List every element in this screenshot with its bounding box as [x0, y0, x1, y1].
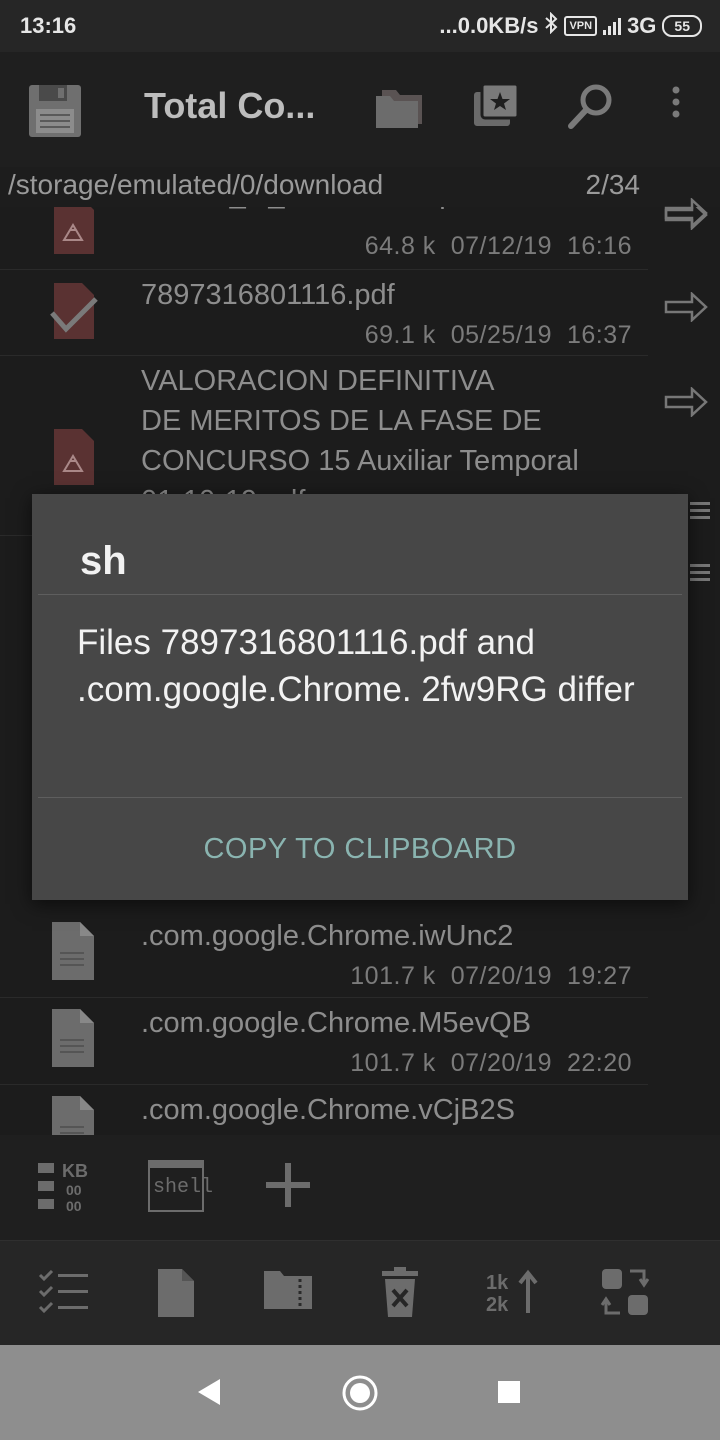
network-type: 3G: [627, 13, 657, 38]
file-row[interactable]: .com.google.Chrome.M5evQB 101.7 k 07/20/…: [0, 997, 648, 1085]
system-nav-bar: [0, 1345, 720, 1440]
add-icon[interactable]: [264, 1161, 312, 1209]
dialog-message: Files 7897316801116.pdf and .com.google.…: [77, 623, 635, 709]
file-row[interactable]: 7897316801116.pdf 69.1 k 05/25/19 16:37: [0, 269, 648, 356]
shell-icon[interactable]: shell: [148, 1160, 213, 1212]
divider: [38, 594, 682, 595]
status-time: 13:16: [20, 13, 77, 38]
file-name: .com.google.Chrome.iwUnc2: [141, 920, 514, 952]
file-meta: 69.1 k 05/25/19 16:37: [364, 321, 632, 349]
document-icon: [50, 1096, 96, 1135]
arrow-right-icon[interactable]: [664, 386, 708, 418]
folder-size-kb-icon[interactable]: KB 00 00: [36, 1159, 96, 1215]
selection-count: 2/34: [585, 169, 641, 200]
zip-folder-icon[interactable]: [262, 1267, 318, 1323]
net-speed: ...0.0KB/s: [439, 13, 539, 38]
search-icon[interactable]: [566, 82, 622, 138]
svg-text:KB: KB: [62, 1161, 88, 1181]
sort-size-icon[interactable]: 1k 2k: [484, 1267, 540, 1323]
status-indicators: ...0.0KB/s VPN 3G 55: [439, 11, 702, 40]
pdf-drive-icon: [50, 429, 96, 485]
vpn-icon: VPN: [564, 16, 598, 36]
file-meta: 101.7 k 07/20/19 19:27: [350, 962, 632, 990]
pdf-checked-icon: [50, 283, 98, 339]
menu-icon[interactable]: [690, 498, 710, 522]
bluetooth-icon: [544, 11, 558, 40]
file-row[interactable]: .com.google.Chrome.iwUnc2 101.7 k 07/20/…: [0, 910, 648, 998]
file-name: 7897316801116.pdf: [141, 279, 395, 311]
app-toolbar: Total Co...: [0, 52, 720, 167]
select-list-icon[interactable]: [38, 1267, 94, 1323]
bookmark-icon[interactable]: [472, 82, 528, 138]
arrow-right-icon[interactable]: [664, 291, 708, 323]
new-file-icon[interactable]: [156, 1267, 212, 1323]
signal-icon: [603, 17, 622, 35]
function-bar: KB 00 00 shell: [0, 1135, 720, 1240]
file-name: .com.google.Chrome.M5evQB: [141, 1007, 532, 1039]
svg-text:1k: 1k: [486, 1272, 509, 1294]
file-row[interactable]: courier_in_instructions.pdf 64.8 k 07/12…: [0, 200, 648, 270]
bottom-toolbar: 1k 2k: [0, 1240, 720, 1346]
delete-icon[interactable]: [380, 1267, 436, 1323]
file-meta: 101.7 k 07/20/19 22:20: [350, 1049, 632, 1077]
svg-text:2k: 2k: [486, 1294, 509, 1316]
menu-icon[interactable]: [690, 560, 710, 584]
folders-icon[interactable]: [374, 86, 430, 142]
copy-to-clipboard-button[interactable]: COPY TO CLIPBOARD: [32, 798, 688, 900]
app-title: Total Co...: [144, 85, 316, 126]
floppy-disk-icon[interactable]: [26, 82, 82, 138]
pdf-drive-icon: [50, 200, 96, 254]
file-meta: 64.8 k 07/12/19 16:16: [364, 232, 632, 260]
battery-icon: 55: [662, 15, 702, 37]
document-icon: [50, 1009, 96, 1067]
back-icon[interactable]: [196, 1377, 222, 1412]
svg-text:00: 00: [66, 1182, 82, 1198]
file-row[interactable]: .com.google.Chrome.vCjB2S: [0, 1084, 648, 1135]
more-vert-icon[interactable]: [668, 82, 688, 138]
dialog-title: sh: [80, 539, 127, 583]
file-name: .com.google.Chrome.vCjB2S: [141, 1094, 515, 1126]
document-icon: [50, 922, 96, 980]
status-bar: 13:16 ...0.0KB/s VPN 3G 55: [0, 0, 720, 52]
recents-icon[interactable]: [497, 1380, 521, 1409]
svg-text:00: 00: [66, 1198, 82, 1214]
arrow-right-icon[interactable]: [664, 197, 708, 229]
swap-panels-icon[interactable]: [600, 1267, 656, 1323]
path-bar[interactable]: /storage/emulated/0/download 2/34: [0, 167, 720, 207]
current-path: /storage/emulated/0/download: [8, 169, 384, 200]
result-dialog: sh Files 7897316801116.pdf and .com.goog…: [32, 494, 688, 900]
home-icon[interactable]: [341, 1374, 379, 1417]
